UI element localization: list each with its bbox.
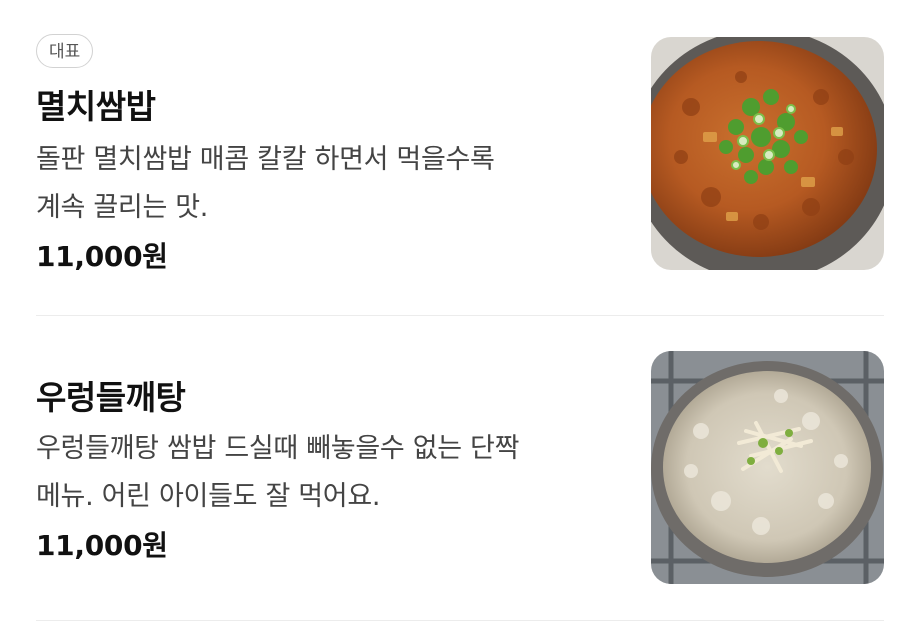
- description-line: 계속 끌리는 맛.: [36, 192, 209, 223]
- description-line: 메뉴. 어린 아이들도 잘 먹어요.: [36, 481, 381, 512]
- item-divider: [36, 315, 884, 316]
- menu-item-price: 11,000원: [36, 529, 168, 562]
- menu-item-name: 우렁들깨탕: [36, 378, 186, 417]
- perilla-soup-photo[interactable]: [651, 351, 884, 584]
- menu-item-price: 11,000원: [36, 240, 168, 273]
- menu-item-description: 돌판 멸치쌈밥 매콤 칼칼 하면서 먹을수록 계속 끌리는 맛.: [36, 136, 626, 232]
- signature-badge: 대표: [36, 34, 94, 68]
- menu-list: 대표 멸치쌈밥 돌판 멸치쌈밥 매콤 칼칼 하면서 먹을수록 계속 끌리는 맛.…: [0, 0, 899, 642]
- description-line: 돌판 멸치쌈밥 매콤 칼칼 하면서 먹을수록: [36, 144, 495, 175]
- description-line: 우렁들깨탕 쌈밥 드실때 빼놓을수 없는 단짝: [36, 433, 520, 464]
- menu-item-anchovy-ssambap[interactable]: 대표 멸치쌈밥 돌판 멸치쌈밥 매콤 칼칼 하면서 먹을수록 계속 끌리는 맛.…: [36, 0, 884, 316]
- anchovy-stew-image: [651, 37, 884, 270]
- anchovy-stew-photo[interactable]: [651, 37, 884, 270]
- menu-item-perilla-soup[interactable]: 우렁들깨탕 우렁들깨탕 쌈밥 드실때 빼놓을수 없는 단짝 메뉴. 어린 아이들…: [36, 318, 884, 620]
- menu-item-description: 우렁들깨탕 쌈밥 드실때 빼놓을수 없는 단짝 메뉴. 어린 아이들도 잘 먹어…: [36, 425, 626, 521]
- perilla-soup-image: [651, 351, 884, 584]
- menu-item-name: 멸치쌈밥: [36, 87, 156, 126]
- item-divider: [36, 620, 884, 621]
